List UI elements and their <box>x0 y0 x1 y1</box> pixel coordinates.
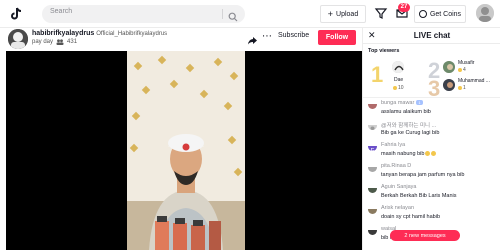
top-viewer-2-avatar[interactable] <box>442 60 456 74</box>
video-frame <box>127 51 245 250</box>
plus-icon: + <box>327 8 334 19</box>
chat-avatar[interactable] <box>368 121 377 130</box>
chat-username[interactable]: Aguin Sanjaya <box>381 184 416 190</box>
top-viewer-2-points: 4 <box>463 67 466 73</box>
chat-text: asslamu alaikum bib <box>381 109 431 115</box>
upload-button[interactable]: + Upload <box>320 5 366 23</box>
chat-username[interactable]: Arisk nelayan <box>381 205 414 211</box>
emoji-icon <box>431 151 437 157</box>
search-placeholder: Search <box>50 8 73 15</box>
emoji-icon <box>425 151 431 157</box>
chat-text: masih nabung bib <box>381 151 437 157</box>
chat-username[interactable]: bunga mawar 1 <box>381 100 423 106</box>
chat-username[interactable]: Fahria lya <box>381 142 405 148</box>
streamer-image <box>127 51 245 250</box>
chat-avatar[interactable] <box>368 226 377 235</box>
chat-username[interactable]: @저와 함께하는 미니 ... <box>381 121 436 129</box>
more-options-icon[interactable]: ⋯ <box>262 32 272 42</box>
live-video-player[interactable] <box>6 51 362 250</box>
get-coins-button[interactable]: Get Coins <box>414 5 466 23</box>
share-icon[interactable] <box>247 33 258 45</box>
host-username: habibrifkyalaydrus <box>32 30 95 37</box>
chat-text: tanyan berapa jam parfum nya bib <box>381 172 465 178</box>
viewers-icon <box>56 39 64 45</box>
get-coins-label: Get Coins <box>429 10 462 18</box>
host-name[interactable]: habibrifkyalaydrus Official_Habibrifkyala… <box>32 30 167 37</box>
top-viewer-2-score: 4 <box>458 67 466 73</box>
follow-button[interactable]: Follow <box>318 30 356 45</box>
divider <box>363 97 500 98</box>
chat-avatar[interactable] <box>368 205 377 214</box>
top-viewers-label: Top viewers <box>368 48 400 54</box>
top-bar: Search + Upload 27 Get Coins <box>0 0 500 28</box>
profile-avatar[interactable] <box>476 4 494 22</box>
star-icon <box>458 68 462 72</box>
top-viewer-3-score: 1 <box>458 85 466 91</box>
chat-title: LIVE chat <box>413 31 451 40</box>
top-viewers-podium: 1 Dae 10 2 Musafir 4 3 Muhammad ... 1 <box>367 56 497 100</box>
search-divider <box>222 9 223 19</box>
host-handle: Official_Habibrifkyalaydrus <box>96 31 168 37</box>
user-level-badge: 1 <box>416 100 423 106</box>
star-icon <box>458 86 462 90</box>
star-icon <box>393 86 397 90</box>
chat-text: Bib ga ke Curug lagi bib <box>381 130 440 136</box>
chat-avatar[interactable] <box>368 100 377 109</box>
top-viewer-1-score: 10 <box>393 85 404 91</box>
chat-avatar[interactable] <box>368 163 377 172</box>
chat-avatar[interactable] <box>368 184 377 193</box>
search-input[interactable]: Search <box>42 5 245 23</box>
chat-header: ✕ LIVE chat <box>363 28 500 44</box>
top-viewer-1-avatar[interactable] <box>391 60 405 74</box>
subscribe-button[interactable]: Subscribe <box>278 32 309 39</box>
chat-text: doain sy cpt hamil habib <box>381 214 441 220</box>
top-viewer-3-name[interactable]: Muhammad ... <box>458 78 490 84</box>
chat-text-content: masih nabung bib <box>381 151 425 157</box>
rank-1-number: 1 <box>371 62 384 87</box>
coin-icon <box>418 10 427 18</box>
chat-username[interactable]: pita.Rinaa D <box>381 163 411 169</box>
upload-label: Upload <box>336 10 359 18</box>
viewer-count: 431 <box>67 39 78 45</box>
chat-text: Berkah Berkah Bib Laris Manis <box>381 193 457 199</box>
host-subtitle: pay day <box>32 39 54 45</box>
top-viewer-2-name[interactable]: Musafir <box>458 60 474 66</box>
live-chat-panel: ✕ LIVE chat Top viewers 1 Dae 10 2 Musaf… <box>362 28 500 250</box>
new-messages-button[interactable]: 2 new messages <box>390 230 460 241</box>
top-viewer-3-points: 1 <box>463 85 466 91</box>
top-viewer-1-points: 10 <box>398 85 404 91</box>
host-avatar[interactable] <box>8 29 28 49</box>
top-viewer-3-avatar[interactable] <box>442 78 456 92</box>
search-icon[interactable] <box>228 9 238 22</box>
filter-icon[interactable] <box>374 6 388 20</box>
top-viewer-1-name[interactable]: Dae <box>394 77 403 83</box>
logo-icon[interactable] <box>6 6 28 22</box>
chat-username-text: bunga mawar <box>381 100 415 106</box>
stream-header: habibrifkyalaydrus Official_Habibrifkyala… <box>0 28 362 50</box>
host-subtitle-row: pay day 431 <box>32 39 77 45</box>
notification-badge: 27 <box>398 3 410 12</box>
svg-text:F: F <box>371 149 375 151</box>
chat-avatar[interactable]: F <box>368 142 377 151</box>
